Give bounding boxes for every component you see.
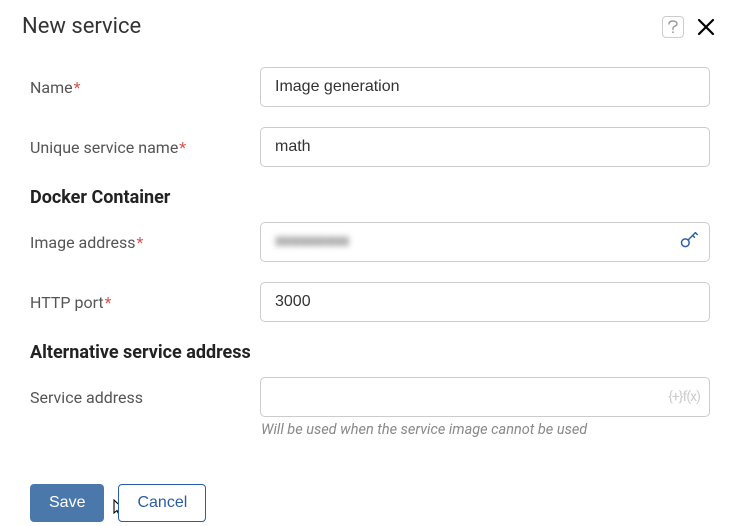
unique-name-input[interactable] [260, 127, 710, 167]
image-address-value: IIIIIIIIIIIIIIIIIIIIIIIIIIIII [275, 235, 349, 250]
required-star: * [105, 293, 112, 312]
help-button[interactable] [662, 16, 684, 38]
image-address-input[interactable]: IIIIIIIIIIIIIIIIIIIIIIIIIIIII [260, 222, 710, 262]
alt-section-header: Alternative service address [30, 342, 710, 363]
name-label: Name* [30, 78, 260, 97]
image-address-label: Image address* [30, 233, 260, 252]
unique-name-label: Unique service name* [30, 138, 260, 157]
header-actions [662, 15, 718, 39]
dialog-title: New service [22, 14, 141, 39]
required-star: * [137, 233, 144, 252]
required-star: * [74, 78, 81, 97]
http-port-label: HTTP port* [30, 293, 260, 312]
name-label-text: Name [30, 78, 73, 97]
name-input[interactable] [260, 67, 710, 107]
http-port-input[interactable] [260, 282, 710, 322]
required-star: * [179, 138, 186, 157]
http-port-label-text: HTTP port [30, 293, 104, 312]
key-button[interactable] [678, 229, 700, 255]
image-address-label-text: Image address [30, 233, 136, 252]
unique-name-label-text: Unique service name [30, 138, 178, 157]
service-address-label: Service address [30, 388, 260, 407]
save-button-label: Save [49, 494, 85, 512]
close-icon [696, 17, 716, 37]
fx-icon[interactable]: {+}f(x) [668, 389, 700, 405]
docker-section-header: Docker Container [30, 187, 710, 208]
save-button[interactable]: Save [30, 484, 104, 522]
service-address-input[interactable] [260, 377, 710, 417]
close-button[interactable] [694, 15, 718, 39]
service-address-helper: Will be used when the service image cann… [261, 421, 718, 438]
help-icon [668, 20, 678, 34]
key-icon [678, 229, 700, 251]
cancel-button[interactable]: Cancel [118, 484, 206, 522]
